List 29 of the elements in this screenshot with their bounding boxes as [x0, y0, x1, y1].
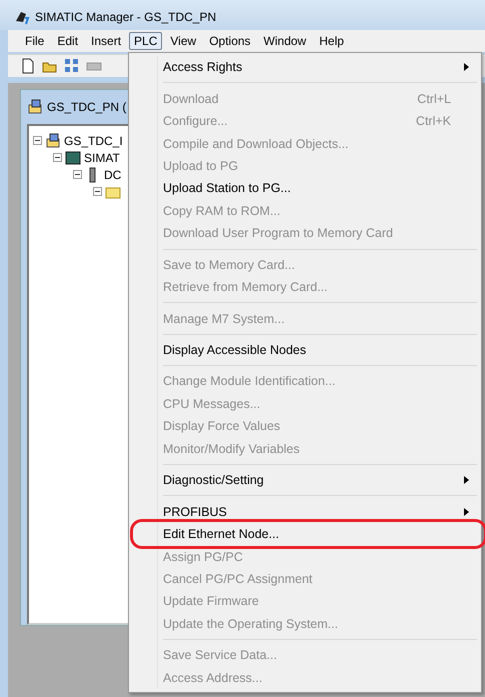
tree-item[interactable]: GS_TDC_I	[64, 134, 123, 148]
tree-item[interactable]: SIMAT	[84, 150, 120, 164]
menu-bar-item[interactable]: PLC	[129, 32, 162, 50]
tree-item[interactable]: DC	[104, 168, 122, 182]
menu-item[interactable]: PROFIBUS	[131, 500, 479, 523]
menu-item[interactable]: Display Accessible Nodes	[131, 338, 479, 362]
menu-bar-item[interactable]: Insert	[86, 32, 126, 50]
window-title: SIMATIC Manager - GS_TDC_PN	[35, 10, 216, 24]
network-icon	[64, 58, 80, 74]
menu-item[interactable]: Diagnostic/Setting	[131, 469, 479, 492]
menu-bar-item[interactable]: Options	[204, 32, 256, 50]
project-icon	[27, 99, 43, 115]
menu-item[interactable]: Access Rights	[131, 56, 479, 78]
menu-bar-item[interactable]: Help	[314, 32, 349, 50]
collapse-icon[interactable]	[93, 187, 102, 196]
project-icon	[45, 132, 61, 148]
collapse-icon[interactable]	[73, 170, 82, 179]
menu-bar-item[interactable]: Window	[258, 32, 312, 50]
menu-bar-item[interactable]: Edit	[52, 32, 84, 50]
collapse-icon[interactable]	[53, 153, 62, 162]
app-icon	[14, 9, 30, 25]
menu-item[interactable]: Edit Ethernet Node...	[131, 522, 479, 546]
new-file-icon	[20, 58, 36, 74]
child-window-title: GS_TDC_PN (	[47, 100, 126, 114]
rack-icon	[65, 150, 81, 166]
collapse-icon[interactable]	[33, 136, 42, 145]
menu-bar-item[interactable]: View	[165, 32, 202, 50]
menu-bar-item[interactable]: File	[20, 32, 50, 50]
menu-item[interactable]: Upload Station to PG...	[131, 177, 479, 200]
